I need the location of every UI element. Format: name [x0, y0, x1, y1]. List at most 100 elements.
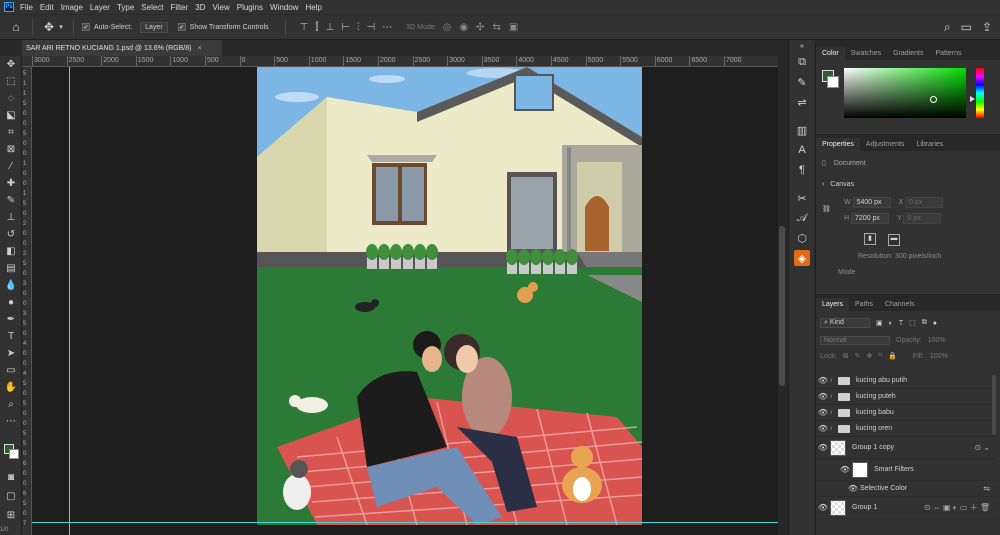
tab-properties[interactable]: Properties: [816, 138, 860, 151]
color-picker-field[interactable]: [844, 68, 966, 118]
3d-pan-icon[interactable]: ✣: [476, 22, 484, 33]
lock-all-icon[interactable]: 🔒: [888, 352, 897, 360]
vertical-guide[interactable]: [69, 67, 70, 535]
blend-mode-dropdown[interactable]: Normal: [820, 335, 890, 345]
dodge-tool-icon[interactable]: ●: [0, 294, 22, 311]
hand-tool-icon[interactable]: ✋: [0, 379, 22, 396]
lock-paint-icon[interactable]: ✎: [855, 352, 861, 360]
link-icon[interactable]: ⛓: [822, 205, 831, 213]
filter-type-icon[interactable]: T: [899, 320, 903, 327]
align-left-icon[interactable]: ⊢: [341, 22, 350, 33]
filter-smart-icon[interactable]: ⧉: [922, 319, 927, 327]
screen-mode-icon[interactable]: ▢: [0, 488, 22, 505]
lasso-tool-icon[interactable]: ◌: [0, 90, 22, 107]
tab-adjustments[interactable]: Adjustments: [860, 138, 911, 151]
adjust-icon[interactable]: ⇌: [789, 92, 815, 112]
transform-controls-checkbox[interactable]: ✓: [177, 23, 186, 31]
filter-toggle-icon[interactable]: ●: [933, 320, 937, 327]
3d-slide-icon[interactable]: ⇆: [492, 22, 500, 33]
layer-row[interactable]: 👁 Group 1 ⊙ ⇔ ▣ ◐ ▭ ＋ 🗑: [816, 497, 996, 519]
tab-patterns[interactable]: Patterns: [929, 47, 967, 60]
chevron-right-icon[interactable]: ›: [830, 377, 838, 384]
menu-plugins[interactable]: Plugins: [237, 3, 263, 12]
tab-channels[interactable]: Channels: [879, 298, 921, 311]
align-right-icon[interactable]: ⊣: [367, 22, 376, 33]
auto-select-dropdown[interactable]: Layer: [140, 21, 168, 33]
lock-move-icon[interactable]: ✥: [866, 352, 872, 360]
object-select-tool-icon[interactable]: ⬕: [0, 107, 22, 124]
shape-tool-icon[interactable]: ▭: [0, 362, 22, 379]
filter-options-icon[interactable]: ⇋: [983, 484, 990, 493]
zoom-tool-icon[interactable]: ⌕: [0, 396, 22, 413]
layer-row[interactable]: 👁 › kucing abu putih: [816, 373, 996, 389]
portrait-icon[interactable]: ▮: [864, 233, 876, 245]
background-swatch[interactable]: [827, 76, 839, 88]
search-icon[interactable]: ⌕: [944, 20, 951, 35]
blur-tool-icon[interactable]: 💧: [0, 277, 22, 294]
filter-shape-icon[interactable]: ⬚: [909, 319, 916, 327]
color-picker-handle[interactable]: [930, 96, 937, 103]
eye-icon[interactable]: 👁: [816, 392, 830, 401]
hue-slider[interactable]: [976, 68, 984, 118]
height-input[interactable]: 7200 px: [851, 213, 890, 224]
plugins-icon[interactable]: ⧉: [789, 52, 815, 72]
artwork-canvas[interactable]: [257, 67, 642, 525]
distribute-icon[interactable]: ⋯: [382, 22, 392, 33]
align-bottom-icon[interactable]: ⊥: [326, 22, 335, 33]
menu-help[interactable]: Help: [305, 3, 321, 12]
tab-swatches[interactable]: Swatches: [845, 47, 887, 60]
eye-icon[interactable]: 👁: [846, 484, 860, 493]
layer-row[interactable]: 👁 › kucing babu: [816, 405, 996, 421]
menu-layer[interactable]: Layer: [90, 3, 110, 12]
width-input[interactable]: 5400 px: [852, 197, 891, 208]
lock-artboard-icon[interactable]: ⌗: [878, 352, 882, 360]
align-vcenter-icon[interactable]: ⫿: [315, 22, 318, 33]
hue-slider-arrow[interactable]: [970, 96, 975, 102]
glyphs-icon[interactable]: 𝒜: [789, 208, 815, 228]
marquee-tool-icon[interactable]: ⬚: [0, 73, 22, 90]
tab-libraries[interactable]: Libraries: [910, 138, 949, 151]
canvas-workspace[interactable]: [32, 67, 778, 535]
layer-bottom-icons[interactable]: ⊙ ⇔ ▣ ◐ ▭ ＋ 🗑: [924, 502, 990, 513]
align-hcenter-icon[interactable]: ⫶: [357, 22, 360, 33]
chevron-right-icon[interactable]: ›: [830, 409, 838, 416]
layer-row[interactable]: 👁 › kucing puteh: [816, 389, 996, 405]
paragraph-icon[interactable]: ¶: [789, 160, 815, 180]
menu-edit[interactable]: Edit: [40, 3, 54, 12]
history-brush-tool-icon[interactable]: ↺: [0, 226, 22, 243]
layers-scrollbar[interactable]: [992, 375, 996, 435]
smart-filter-indicator-icon[interactable]: ⊙ ⌄: [974, 443, 990, 452]
tab-color[interactable]: Color: [816, 47, 845, 60]
collapse-icon[interactable]: «: [789, 40, 815, 52]
3d-roll-icon[interactable]: ◉: [459, 22, 468, 33]
stamp-tool-icon[interactable]: ⊥: [0, 209, 22, 226]
chevron-down-icon[interactable]: ›: [822, 181, 824, 188]
home-icon[interactable]: ⌂: [8, 20, 24, 34]
eye-icon[interactable]: 👁: [816, 376, 830, 385]
pen-tool-icon[interactable]: ✒: [0, 311, 22, 328]
menu-type[interactable]: Type: [117, 3, 134, 12]
scrollbar-thumb[interactable]: [779, 226, 785, 386]
menu-3d[interactable]: 3D: [195, 3, 205, 12]
brush-settings-icon[interactable]: ✎: [789, 72, 815, 92]
menu-image[interactable]: Image: [61, 3, 83, 12]
canvas-section[interactable]: › Canvas: [822, 181, 854, 188]
eraser-tool-icon[interactable]: ◧: [0, 243, 22, 260]
fill-value[interactable]: 100%: [930, 353, 948, 360]
more-tools-icon[interactable]: ⋯: [0, 413, 22, 430]
layer-row[interactable]: 👁 Selective Color ⇋: [816, 481, 996, 497]
chevron-down-icon[interactable]: ▾: [57, 23, 65, 31]
filter-adjust-icon[interactable]: ◐: [889, 320, 893, 327]
tools-icon[interactable]: ✂: [789, 188, 815, 208]
layer-row[interactable]: 👁 Smart Filters: [816, 459, 996, 481]
path-select-tool-icon[interactable]: ➤: [0, 345, 22, 362]
document-tab[interactable]: SAR ARI RETNO KUCIANG 1.psd @ 13.6% (RGB…: [22, 40, 222, 56]
eye-icon[interactable]: 👁: [816, 424, 830, 433]
character-icon[interactable]: A: [789, 140, 815, 160]
active-panel-icon[interactable]: ◈: [794, 250, 810, 266]
3d-orbit-icon[interactable]: ◎: [443, 22, 452, 33]
tab-paths[interactable]: Paths: [849, 298, 879, 311]
eye-icon[interactable]: 👁: [816, 443, 830, 452]
horizontal-guide[interactable]: [32, 522, 778, 523]
x-input[interactable]: 0 px: [905, 197, 944, 208]
